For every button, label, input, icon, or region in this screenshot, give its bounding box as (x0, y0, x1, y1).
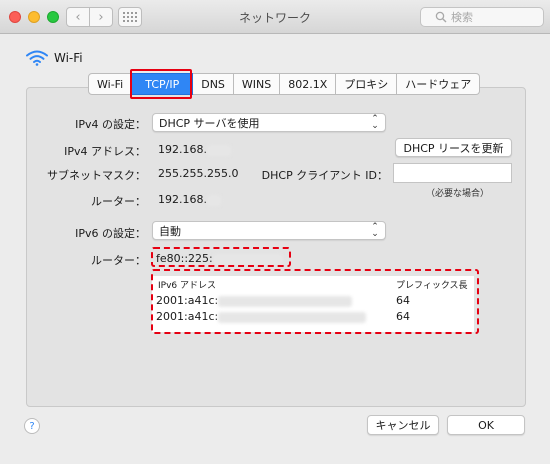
question-icon: ? (29, 420, 35, 432)
updown-chevron-icon: ⌃ ⌄ (371, 222, 379, 239)
title-bar: ‹ › ネットワーク 検索 (0, 0, 550, 34)
tab-bar: Wi-Fi TCP/IP DNS WINS 802.1X プロキシ ハードウェア (88, 73, 481, 95)
settings-panel (26, 87, 526, 407)
ipv6-router-value: fe80::225: (156, 252, 283, 265)
tab-8021x[interactable]: 802.1X (280, 73, 337, 95)
column-header-address: IPv6 アドレス (158, 281, 216, 291)
content-area: Wi-Fi Wi-Fi TCP/IP DNS WINS 802.1X プロキシ … (0, 34, 550, 464)
subnet-mask-value: 255.255.255.0 (158, 167, 239, 180)
search-field[interactable]: 検索 (420, 7, 544, 27)
ipv6-config-value: 自動 (159, 224, 181, 238)
table-row[interactable]: 2001:a41c: (156, 294, 353, 307)
help-button[interactable]: ? (24, 418, 40, 434)
dhcp-client-id-field[interactable] (393, 163, 512, 183)
subnet-mask-label: サブネットマスク： (47, 169, 146, 182)
redacted-block (218, 295, 353, 307)
tab-wins[interactable]: WINS (233, 73, 281, 95)
table-cell-prefix: 64 (396, 294, 410, 307)
redacted-block (212, 253, 283, 265)
ipv4-address-label: IPv4 アドレス： (64, 145, 146, 158)
renew-dhcp-button[interactable]: DHCP リースを更新 (395, 138, 512, 157)
redacted-block (218, 311, 367, 323)
ipv4-router-label: ルーター： (91, 195, 146, 208)
ipv6-router-label: ルーター： (91, 254, 146, 267)
ipv4-config-select[interactable]: DHCP サーバを使用 ⌃ ⌄ (152, 113, 386, 132)
search-icon (435, 11, 447, 23)
interface-name: Wi-Fi (54, 51, 83, 65)
ipv6-config-select[interactable]: 自動 ⌃ ⌄ (152, 221, 386, 240)
table-row[interactable]: 2001:a41c: (156, 310, 367, 323)
tab-wifi[interactable]: Wi-Fi (88, 73, 133, 95)
ipv6-address-table: IPv6 アドレス プレフィックス長 2001:a41c: 64 2001:a4… (152, 276, 474, 332)
search-placeholder: 検索 (451, 11, 473, 24)
tab-hardware[interactable]: ハードウェア (397, 73, 481, 95)
updown-chevron-icon: ⌃ ⌄ (371, 114, 379, 131)
interface-header: Wi-Fi (26, 50, 83, 66)
ipv4-router-value: 192.168. (158, 193, 221, 206)
cancel-button[interactable]: キャンセル (367, 415, 439, 435)
ok-button[interactable]: OK (447, 415, 525, 435)
ipv6-config-label: IPv6 の設定： (75, 227, 146, 240)
redacted-block (206, 144, 231, 156)
ipv4-config-label: IPv4 の設定： (75, 118, 146, 131)
column-header-prefix: プレフィックス長 (396, 281, 468, 291)
tab-tcpip[interactable]: TCP/IP (132, 73, 194, 95)
dhcp-client-id-hint: （必要な場合） (426, 189, 490, 199)
redacted-block (206, 194, 221, 206)
table-cell-prefix: 64 (396, 310, 410, 323)
ipv4-config-value: DHCP サーバを使用 (159, 116, 260, 130)
wifi-icon (26, 50, 48, 66)
tab-dns[interactable]: DNS (193, 73, 234, 95)
ipv4-address-value: 192.168. (158, 143, 231, 156)
tab-proxy[interactable]: プロキシ (336, 73, 398, 95)
dhcp-client-id-label: DHCP クライアント ID： (261, 169, 388, 182)
